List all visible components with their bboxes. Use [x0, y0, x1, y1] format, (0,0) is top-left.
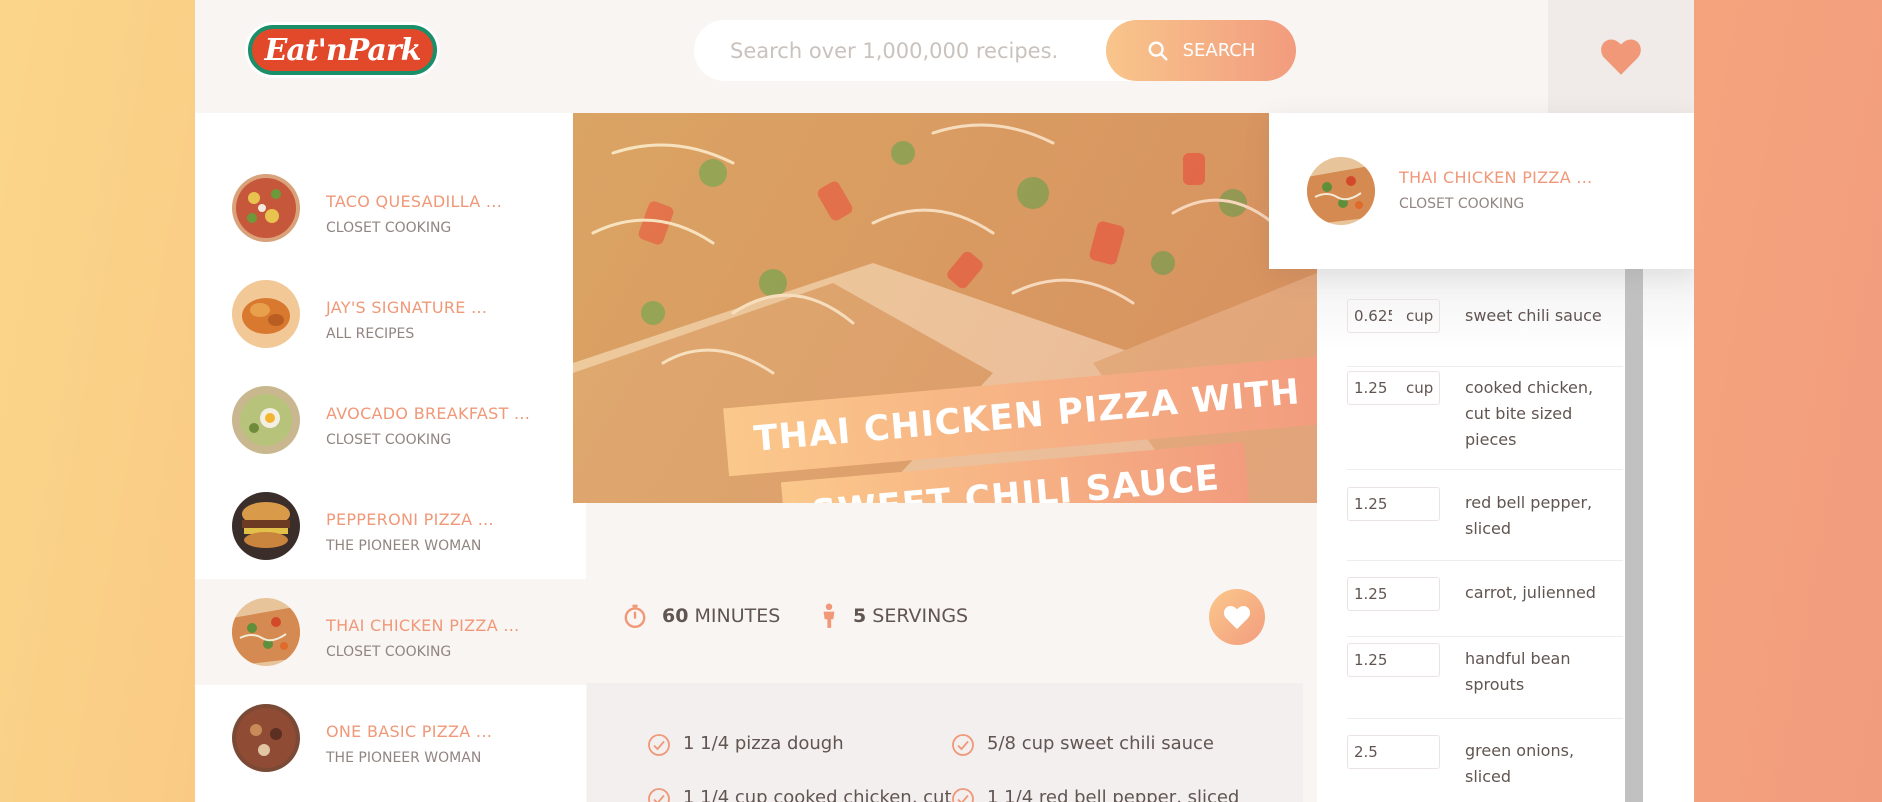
- result-publisher: CLOSET COOKING: [326, 644, 452, 660]
- servings-value: 5: [853, 605, 867, 627]
- shopping-item-desc: sweet chili sauce: [1465, 306, 1602, 325]
- bookmarks-button[interactable]: [1548, 0, 1694, 113]
- logo-text: Eat'nPark: [264, 32, 422, 68]
- recipe-thumbnail: [232, 704, 300, 772]
- shopping-item-desc: red bell pepper, sliced: [1465, 493, 1593, 538]
- app-window: Eat'nPark SEARCH: [195, 0, 1694, 802]
- recipe-thumbnail: [232, 386, 300, 454]
- ingredient-text: 1 1/4 pizza dough: [683, 733, 844, 754]
- ingredient-text: 5/8 cup sweet chili sauce: [987, 733, 1214, 754]
- check-circle-icon: [952, 788, 974, 802]
- bookmark-publisher: CLOSET COOKING: [1399, 196, 1525, 212]
- ingredient-item: 1 1/4 cup cooked chicken, cut: [647, 787, 952, 802]
- header: Eat'nPark SEARCH: [195, 0, 1694, 113]
- bookmark-recipe-button[interactable]: [1209, 589, 1265, 645]
- search-form: SEARCH: [694, 20, 1296, 81]
- recipe-servings: 5 SERVINGS: [819, 603, 968, 629]
- servings-label: SERVINGS: [872, 605, 969, 627]
- quantity-input[interactable]: 1.25: [1347, 643, 1440, 677]
- recipe-ingredients: 1 1/4 pizza dough 5/8 cup sweet chili sa…: [587, 683, 1303, 802]
- result-item[interactable]: ONE BASIC PIZZA ... THE PIONEER WOMAN: [195, 685, 586, 791]
- check-circle-icon: [648, 788, 670, 802]
- stopwatch-icon: [624, 604, 646, 629]
- recipe-thumbnail: [232, 174, 300, 242]
- shopping-item: 1.25 cup cooked chicken, cut bite sized …: [1347, 371, 1623, 470]
- result-item-active[interactable]: THAI CHICKEN PIZZA ... CLOSET COOKING: [195, 579, 586, 685]
- shopping-item: 0.625 cup sweet chili sauce: [1347, 299, 1623, 367]
- minutes-value: 60: [662, 605, 689, 627]
- check-circle-icon: [952, 734, 974, 756]
- quantity-unit: cup: [1406, 307, 1434, 325]
- quantity-input[interactable]: 1.25 cup: [1347, 371, 1440, 405]
- result-publisher: ALL RECIPES: [326, 326, 415, 342]
- ingredient-item: 1 1/4 red bell pepper, sliced: [951, 787, 1239, 802]
- ingredient-item: 5/8 cup sweet chili sauce: [951, 733, 1214, 757]
- quantity-input[interactable]: 1.25: [1347, 487, 1440, 521]
- quantity-value: 2.5: [1354, 743, 1378, 761]
- result-publisher: THE PIONEER WOMAN: [326, 538, 482, 554]
- shopping-item-desc: green onions, sliced: [1465, 741, 1575, 786]
- quantity-value: 1.25: [1354, 379, 1388, 397]
- search-icon: [1148, 41, 1168, 61]
- search-button[interactable]: SEARCH: [1106, 20, 1296, 81]
- recipe-thumbnail: [1307, 157, 1375, 225]
- result-title: ONE BASIC PIZZA ...: [326, 722, 493, 741]
- quantity-value: 1.25: [1354, 651, 1388, 669]
- result-title: THAI CHICKEN PIZZA ...: [326, 616, 520, 635]
- search-button-label: SEARCH: [1182, 40, 1256, 61]
- logo[interactable]: Eat'nPark: [245, 22, 440, 78]
- result-item[interactable]: AVOCADO BREAKFAST ... CLOSET COOKING: [195, 367, 586, 473]
- result-item[interactable]: PEPPERONI PIZZA ... THE PIONEER WOMAN: [195, 473, 586, 579]
- recipe-thumbnail: [232, 280, 300, 348]
- shopping-item: 1.25 red bell pepper, sliced: [1347, 487, 1623, 561]
- person-icon: [823, 603, 835, 628]
- ingredient-item: 1 1/4 pizza dough: [647, 733, 844, 757]
- result-item[interactable]: JAY'S SIGNATURE ... ALL RECIPES: [195, 261, 586, 367]
- heart-icon: [1601, 38, 1641, 75]
- shopping-item-desc: cooked chicken, cut bite sized pieces: [1465, 378, 1594, 449]
- ingredient-text: 1 1/4 cup cooked chicken, cut: [683, 787, 952, 802]
- quantity-input[interactable]: 0.625 cup: [1347, 299, 1440, 333]
- shopping-item: 1.25 carrot, julienned: [1347, 577, 1623, 637]
- search-input[interactable]: [730, 20, 1060, 81]
- quantity-input[interactable]: 2.5: [1347, 735, 1440, 769]
- heart-icon: [1223, 605, 1251, 629]
- ingredient-text: 1 1/4 red bell pepper, sliced: [987, 787, 1240, 802]
- result-publisher: CLOSET COOKING: [326, 432, 452, 448]
- recipe-duration: 60 MINUTES: [622, 603, 780, 629]
- check-circle-icon: [648, 734, 670, 756]
- quantity-value: 0.625: [1354, 307, 1392, 325]
- result-item[interactable]: TACO QUESADILLA ... CLOSET COOKING: [195, 155, 586, 261]
- recipe-details: 60 MINUTES 5 SERVINGS: [587, 503, 1303, 683]
- quantity-input[interactable]: 1.25: [1347, 577, 1440, 611]
- result-publisher: CLOSET COOKING: [326, 220, 452, 236]
- shopping-item-desc: carrot, julienned: [1465, 583, 1596, 602]
- minutes-label: MINUTES: [694, 605, 781, 627]
- result-title: AVOCADO BREAKFAST ...: [326, 404, 531, 423]
- recipe-thumbnail: [232, 598, 300, 666]
- quantity-unit: cup: [1406, 379, 1434, 397]
- result-title: JAY'S SIGNATURE ...: [326, 298, 488, 317]
- search-results: TACO QUESADILLA ... CLOSET COOKING JAY'S…: [195, 113, 586, 802]
- recipe-thumbnail: [232, 492, 300, 560]
- result-title: TACO QUESADILLA ...: [326, 192, 503, 211]
- quantity-value: 1.25: [1354, 495, 1388, 513]
- bookmarks-panel: THAI CHICKEN PIZZA ... CLOSET COOKING: [1269, 113, 1694, 269]
- shopping-item-desc: handful bean sprouts: [1465, 649, 1571, 694]
- quantity-value: 1.25: [1354, 585, 1388, 603]
- shopping-list-scrollbar[interactable]: [1625, 269, 1643, 802]
- shopping-item: 1.25 handful bean sprouts: [1347, 643, 1623, 719]
- bookmark-title: THAI CHICKEN PIZZA ...: [1399, 168, 1593, 187]
- result-title: PEPPERONI PIZZA ...: [326, 510, 494, 529]
- shopping-item: 2.5 green onions, sliced: [1347, 735, 1623, 802]
- result-publisher: THE PIONEER WOMAN: [326, 750, 482, 766]
